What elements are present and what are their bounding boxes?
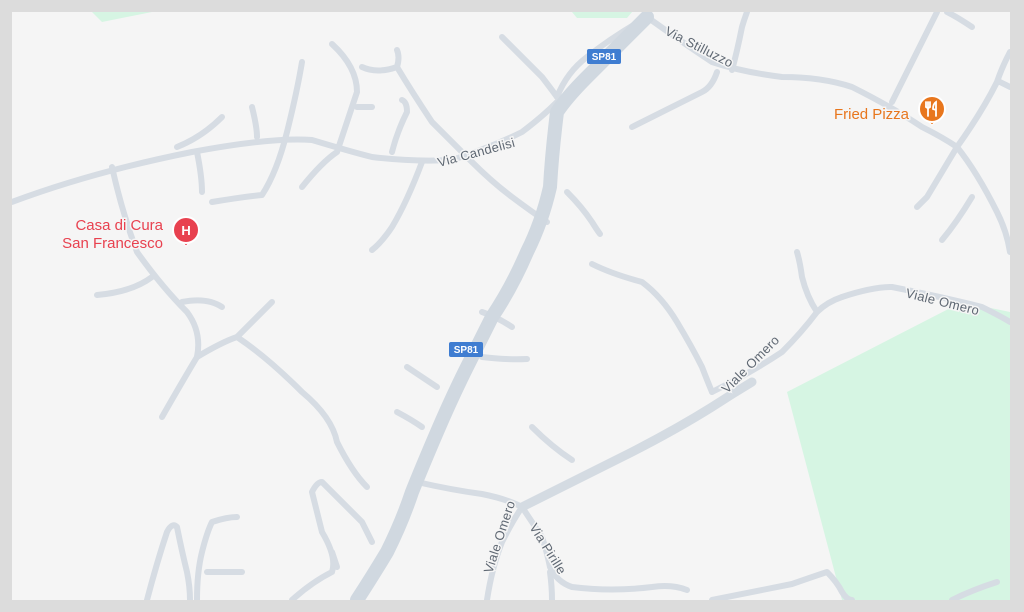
restaurant-icon[interactable] [918, 95, 946, 126]
route-shield-label: SP81 [592, 52, 617, 63]
park-area [787, 302, 1010, 600]
street-label: Via Stilluzzo [663, 23, 736, 70]
svg-text:H: H [181, 223, 190, 238]
route-shield-sp81: SP81 [587, 49, 621, 64]
poi-casa-di-cura[interactable]: Casa di Cura San Francesco H [61, 216, 200, 254]
map-svg[interactable]: Via Candelisi Via Stilluzzo Viale Omero … [12, 12, 1010, 600]
park-area [92, 12, 152, 22]
street-label: Viale Omero [481, 499, 519, 575]
poi-name[interactable]: Fried Pizza [832, 105, 911, 125]
park-area [572, 12, 632, 18]
route-shield-label: SP81 [454, 345, 479, 356]
poi-name-line1[interactable]: Casa di Cura [74, 216, 165, 236]
route-shield-sp81: SP81 [449, 342, 483, 357]
poi-name-line2[interactable]: San Francesco [61, 234, 165, 254]
medium-roads [517, 377, 757, 512]
hospital-icon[interactable]: H [172, 216, 200, 247]
map-canvas[interactable]: Via Candelisi Via Stilluzzo Viale Omero … [12, 12, 1010, 600]
